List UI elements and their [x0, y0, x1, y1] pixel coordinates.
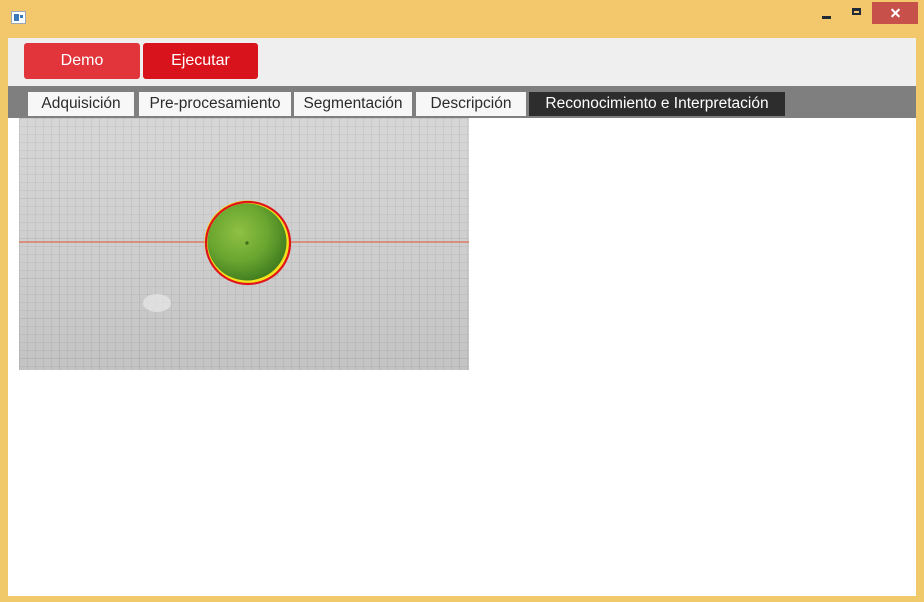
application-window: Demo Ejecutar Adquisición Pre-procesamie… — [0, 0, 924, 602]
title-bar[interactable] — [0, 0, 924, 38]
toolbar: Demo Ejecutar — [8, 38, 916, 86]
close-icon[interactable] — [872, 2, 918, 24]
tab-content — [8, 118, 916, 596]
tab-segmentacion[interactable]: Segmentación — [294, 92, 412, 116]
tab-reconocimiento-e-interpretacion[interactable]: Reconocimiento e Interpretación — [529, 92, 785, 116]
minimize-icon[interactable] — [812, 2, 840, 24]
client-area: Demo Ejecutar Adquisición Pre-procesamie… — [8, 38, 916, 596]
tab-descripcion[interactable]: Descripción — [416, 92, 526, 116]
result-image — [19, 118, 469, 370]
ejecutar-button[interactable]: Ejecutar — [143, 43, 258, 79]
app-icon — [11, 11, 26, 24]
tab-strip: Adquisición Pre-procesamiento Segmentaci… — [8, 86, 916, 118]
demo-button[interactable]: Demo — [24, 43, 140, 79]
lime-contour-image — [19, 118, 469, 370]
tab-adquisicion[interactable]: Adquisición — [28, 92, 134, 116]
tab-pre-procesamiento[interactable]: Pre-procesamiento — [139, 92, 291, 116]
maximize-icon[interactable] — [842, 2, 870, 24]
centroid-marker — [245, 241, 249, 245]
paper-reflection — [143, 294, 171, 312]
